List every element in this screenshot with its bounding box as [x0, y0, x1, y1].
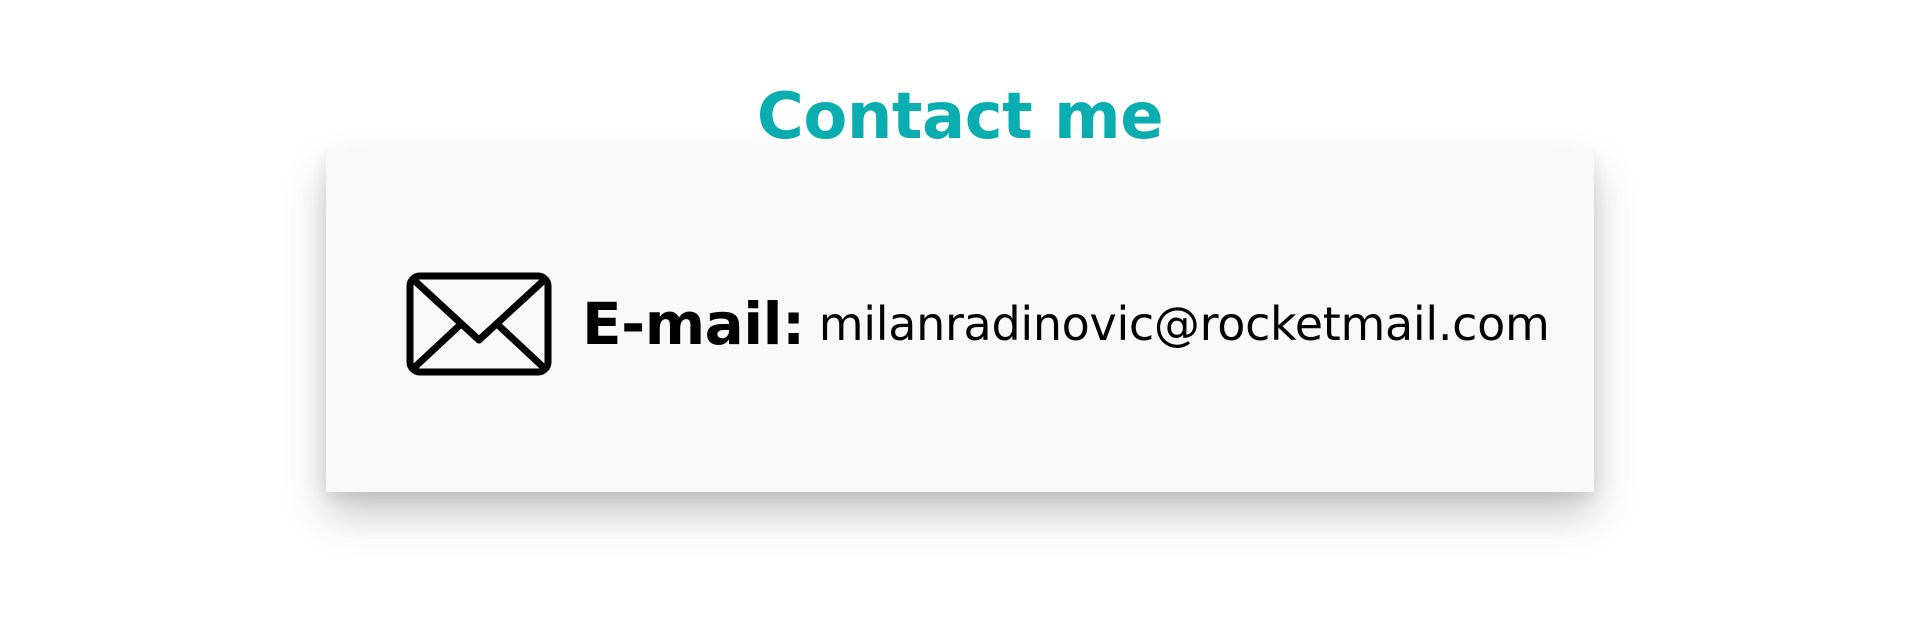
contact-card: E-mail: milanradinovic@rocketmail.com [326, 150, 1594, 492]
envelope-icon [406, 272, 552, 376]
contact-section: Contact me E-mail: milanradinovic@rocket… [0, 0, 1920, 630]
section-title: Contact me [756, 79, 1164, 154]
email-address[interactable]: milanradinovic@rocketmail.com [819, 297, 1550, 351]
email-label: E-mail: [582, 290, 805, 358]
email-row: E-mail: milanradinovic@rocketmail.com [406, 272, 1550, 376]
